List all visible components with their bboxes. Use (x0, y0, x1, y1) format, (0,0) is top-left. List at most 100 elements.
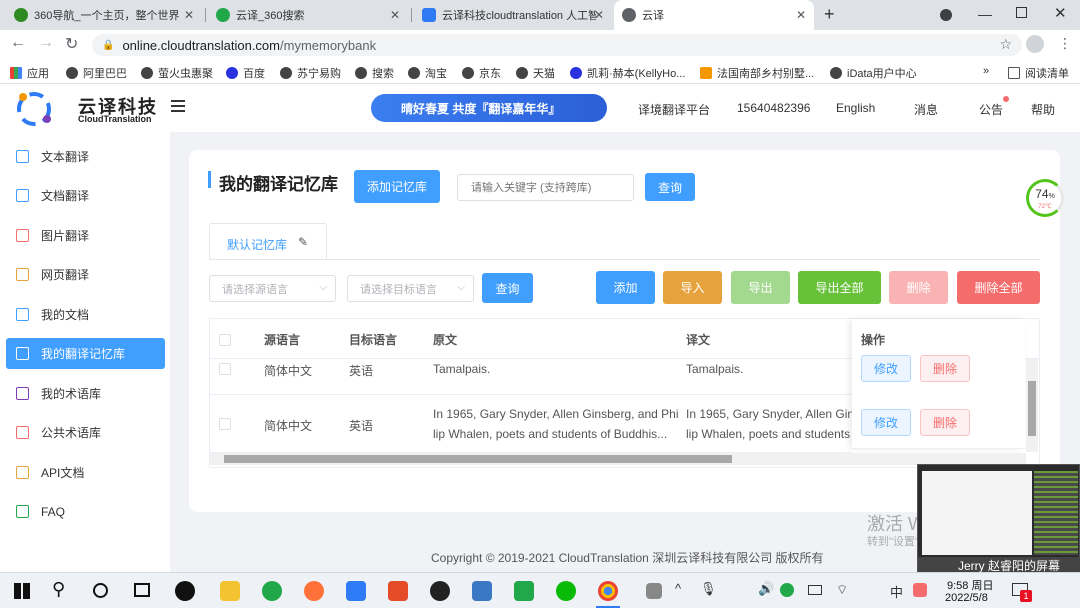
profile-avatar-icon[interactable] (1026, 35, 1044, 53)
volume-icon[interactable]: 🔊 (758, 581, 774, 597)
bookmark-item[interactable]: 天猫 (516, 65, 555, 81)
bookmark-item[interactable]: 法国南部乡村别墅... (700, 65, 814, 81)
clock-date[interactable]: 2022/5/8 (945, 592, 988, 604)
nav-messages[interactable]: 消息 (914, 101, 938, 118)
bookmarks-more-button[interactable]: » (983, 65, 989, 77)
app-icon[interactable] (430, 581, 450, 601)
app-icon[interactable] (346, 581, 366, 601)
forward-icon[interactable]: → (38, 34, 54, 52)
nav-english[interactable]: English (836, 101, 875, 115)
app-icon[interactable] (388, 581, 408, 601)
bookmark-apps[interactable]: 应用 (10, 65, 49, 81)
microphone-icon[interactable]: 🎙 (700, 581, 717, 597)
battery-icon[interactable] (808, 585, 822, 595)
screen-share-thumbnail[interactable]: Jerry 赵睿阳的屏幕 (917, 464, 1080, 575)
vertical-scrollbar[interactable] (1026, 359, 1038, 452)
tab-default-memory-bank[interactable]: 默认记忆库 ✎ (209, 223, 327, 260)
sidebar-item-text-translation[interactable]: 文本翻译 (6, 141, 165, 172)
delete-button[interactable]: 删除 (889, 271, 948, 304)
task-view-icon[interactable] (134, 583, 150, 597)
ime-indicator[interactable]: 中 (890, 582, 903, 601)
sidebar-item-web-translation[interactable]: 网页翻译 (6, 259, 165, 290)
browser-tab[interactable]: 360导航_一个主页，整个世界 ✕ (6, 0, 202, 30)
performance-gauge[interactable]: 74% 72℃ (1026, 179, 1064, 217)
edit-row-button[interactable]: 修改 (861, 355, 911, 382)
minimize-icon[interactable]: — (978, 6, 992, 22)
menu-kebab-icon[interactable]: ⋮ (1058, 35, 1072, 52)
sidebar-item-my-termbase[interactable]: 我的术语库 (6, 378, 165, 409)
bookmark-item[interactable]: 苏宁易购 (280, 65, 341, 81)
close-icon[interactable]: ✕ (390, 8, 400, 22)
delete-row-button[interactable]: 删除 (920, 355, 970, 382)
tab-search-icon[interactable] (940, 9, 952, 21)
export-all-button[interactable]: 导出全部 (798, 271, 881, 304)
browser-360-icon[interactable] (262, 581, 282, 601)
horizontal-scrollbar[interactable] (210, 453, 1026, 465)
close-window-icon[interactable]: ✕ (1054, 4, 1067, 22)
target-language-select[interactable]: 请选择目标语言 ⌵ (347, 275, 474, 302)
sidebar-item-public-termbase[interactable]: 公共术语库 (6, 417, 165, 448)
select-all-checkbox[interactable] (219, 334, 231, 346)
tray-app-icon[interactable] (780, 583, 794, 597)
star-icon[interactable]: ☆ (999, 36, 1012, 53)
browser-tab-active[interactable]: 云译 ✕ (614, 0, 814, 30)
bookmark-item[interactable]: 京东 (462, 65, 501, 81)
new-tab-button[interactable]: + (824, 4, 835, 25)
restore-icon[interactable] (1016, 7, 1027, 18)
close-icon[interactable]: ✕ (184, 8, 194, 22)
bookmark-item[interactable]: 搜索 (355, 65, 394, 81)
bookmark-item[interactable]: 萤火虫惠聚 (141, 65, 213, 81)
reload-icon[interactable]: ↻ (65, 34, 78, 54)
add-button[interactable]: 添加 (596, 271, 655, 304)
back-icon[interactable]: ← (10, 34, 26, 52)
keyword-search-input[interactable] (457, 174, 634, 201)
close-icon[interactable]: ✕ (594, 8, 604, 22)
bookmark-item[interactable]: 淘宝 (408, 65, 447, 81)
file-explorer-icon[interactable] (220, 581, 240, 601)
sidebar-item-memory-bank[interactable]: 我的翻译记忆库 (6, 338, 165, 369)
import-button[interactable]: 导入 (663, 271, 722, 304)
browser-tab[interactable]: 云译科技cloudtranslation 人工智 ✕ (414, 0, 612, 30)
bookmark-item[interactable]: 凯莉·赫本(KellyHo... (570, 65, 685, 81)
sogou-ime-icon[interactable] (913, 583, 927, 597)
source-language-select[interactable]: 请选择源语言 ⌵ (209, 275, 336, 302)
windows-start-icon[interactable] (14, 583, 30, 599)
bookmark-item[interactable]: 百度 (226, 65, 265, 81)
app-icon[interactable] (175, 581, 195, 601)
promo-banner[interactable]: 晴好春夏 共度『翻译嘉年华』 (371, 94, 607, 122)
export-button[interactable]: 导出 (731, 271, 790, 304)
address-bar[interactable]: 🔒 online.cloudtranslation.com/mymemoryba… (92, 34, 1022, 56)
nav-platform[interactable]: 译境翻译平台 (638, 101, 710, 118)
scrollbar-thumb[interactable] (224, 455, 732, 463)
clock-time[interactable]: 9:58 周日 (947, 577, 993, 593)
app-icon[interactable] (514, 581, 534, 601)
reading-list-button[interactable]: 阅读清单 (1008, 65, 1069, 81)
query-button[interactable]: 查询 (645, 173, 695, 201)
sidebar-item-my-documents[interactable]: 我的文档 (6, 299, 165, 330)
filter-query-button[interactable]: 查询 (482, 273, 533, 303)
chrome-icon[interactable] (598, 581, 618, 601)
sidebar-item-document-translation[interactable]: 文档翻译 (6, 180, 165, 211)
scrollbar-thumb[interactable] (1028, 381, 1036, 436)
search-icon[interactable]: ⚲ (52, 579, 65, 600)
bookmark-item[interactable]: iData用户中心 (830, 65, 917, 81)
delete-all-button[interactable]: 删除全部 (957, 271, 1040, 304)
app-icon[interactable] (646, 583, 662, 599)
bookmark-item[interactable]: 阿里巴巴 (66, 65, 127, 81)
delete-row-button[interactable]: 删除 (920, 409, 970, 436)
firefox-icon[interactable] (304, 581, 324, 601)
close-icon[interactable]: ✕ (796, 8, 806, 22)
nav-phone[interactable]: 15640482396 (737, 101, 810, 115)
add-memory-bank-button[interactable]: 添加记忆库 (354, 170, 440, 203)
browser-tab[interactable]: 云译_360搜索 ✕ (208, 0, 408, 30)
cloudtranslation-logo-icon[interactable] (13, 88, 55, 130)
row-checkbox[interactable] (219, 418, 231, 430)
cortana-icon[interactable] (93, 583, 108, 598)
wifi-icon[interactable]: ⌔ (836, 582, 848, 598)
row-checkbox[interactable] (219, 363, 231, 375)
sidebar-item-api-docs[interactable]: API文档 (6, 457, 165, 488)
sidebar-item-image-translation[interactable]: 图片翻译 (6, 220, 165, 251)
app-icon[interactable] (472, 581, 492, 601)
hamburger-menu-icon[interactable] (171, 100, 185, 112)
chevron-up-icon[interactable]: ^ (675, 581, 681, 596)
